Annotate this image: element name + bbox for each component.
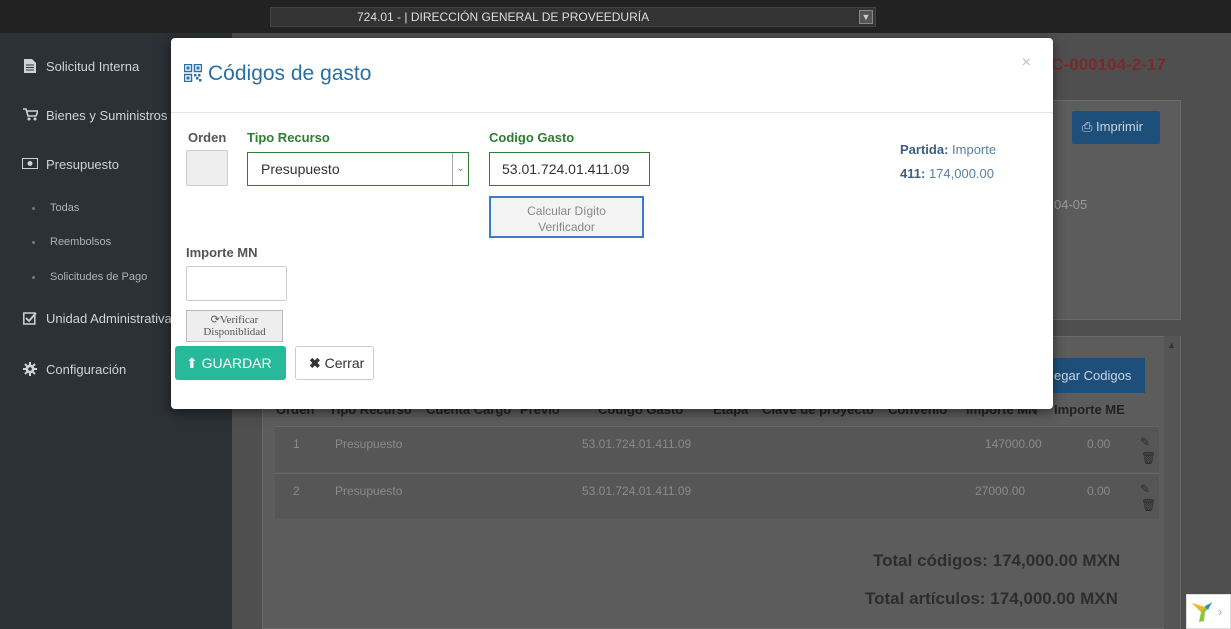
tipo-recurso-select[interactable]: Presupuesto ⌄	[247, 152, 469, 186]
verificar-disponibilidad-button[interactable]: ⟳Verificar Disponiblidad	[186, 310, 283, 342]
verificar-line1: Verificar	[219, 314, 259, 326]
framework-logo-icon	[1190, 599, 1214, 623]
modal-title: Códigos de gasto	[183, 62, 372, 86]
cerrar-label: Cerrar	[324, 355, 365, 371]
chevron-right-icon[interactable]: ›	[1218, 604, 1222, 619]
tipo-recurso-label: Tipo Recurso	[247, 130, 330, 145]
upload-icon: ⬆	[186, 355, 198, 371]
debug-toolbar-toggle[interactable]: ›	[1186, 594, 1231, 629]
codigo-gasto-input[interactable]: 53.01.724.01.411.09	[489, 152, 650, 186]
calcular-line2: Verificador	[538, 220, 595, 234]
importe-mn-label: Importe MN	[186, 245, 258, 260]
orden-label: Orden	[188, 130, 227, 145]
modal-header: Códigos de gasto ×	[171, 38, 1053, 113]
codes-modal: Códigos de gasto × Orden Tipo Recurso Pr…	[171, 38, 1053, 409]
partida-code: 411:	[900, 166, 926, 181]
guardar-label: GUARDAR	[201, 355, 272, 371]
orden-input[interactable]	[186, 150, 228, 186]
modal-title-text: Códigos de gasto	[208, 62, 372, 85]
importe-mn-input[interactable]	[186, 266, 287, 301]
guardar-button[interactable]: ⬆ GUARDAR	[175, 346, 286, 380]
partida-value: Importe	[952, 142, 997, 157]
calcular-line1: Calcular Dígito	[527, 204, 606, 218]
close-icon: ✖	[309, 355, 321, 371]
partida-amount: 174,000.00	[928, 166, 995, 181]
cerrar-button[interactable]: ✖ Cerrar	[295, 346, 374, 380]
calcular-digito-button[interactable]: Calcular Dígito Verificador	[489, 196, 644, 238]
verificar-line2: Disponiblidad	[203, 326, 266, 338]
refresh-icon: ⟳	[210, 314, 220, 326]
partida-label: Partida:	[900, 142, 949, 157]
tipo-recurso-value: Presupuesto	[261, 161, 340, 177]
codigo-gasto-label: Codigo Gasto	[489, 130, 575, 145]
qrcode-icon	[183, 63, 203, 83]
chevron-down-icon[interactable]: ⌄	[452, 153, 468, 185]
partida-info: Partida: Importe 411: 174,000.00	[900, 138, 996, 186]
close-icon[interactable]: ×	[1022, 54, 1031, 72]
